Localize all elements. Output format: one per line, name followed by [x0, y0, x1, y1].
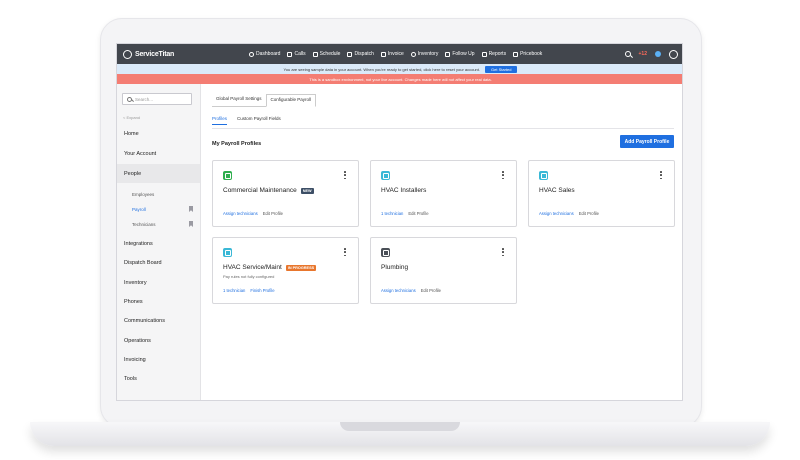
sidebar-item-communications[interactable]: Communications: [117, 311, 200, 330]
technician-count-link[interactable]: 1 technician: [381, 211, 403, 216]
bookmark-icon[interactable]: [189, 206, 193, 212]
sidebar-item-tools[interactable]: Tools: [117, 369, 200, 388]
sidebar-item-your-account[interactable]: Your Account: [117, 144, 200, 163]
nav-follow-up[interactable]: Follow Up: [445, 51, 475, 57]
sidebar-item-phones[interactable]: Phones: [117, 292, 200, 311]
profile-title: HVAC Service/Maint: [223, 264, 282, 271]
top-navigation: ServiceTitan Dashboard Calls Schedule Di…: [117, 44, 682, 64]
nav-dashboard[interactable]: Dashboard: [249, 51, 280, 57]
profile-title: HVAC Sales: [539, 187, 575, 194]
profile-card[interactable]: Commercial Maintenance NEW Assign techni…: [212, 160, 359, 227]
subtab-profiles[interactable]: Profiles: [212, 116, 228, 125]
finish-profile-link[interactable]: Finish Profile: [250, 288, 274, 293]
more-options-icon[interactable]: [344, 171, 346, 179]
sidebar-subitem-employees[interactable]: Employees: [117, 187, 200, 201]
notification-count[interactable]: +12: [639, 51, 647, 57]
calendar-icon: [312, 51, 318, 57]
bookmark-icon[interactable]: [189, 221, 193, 227]
assign-technicians-link[interactable]: Assign technicians: [381, 288, 416, 293]
book-icon: [513, 51, 519, 57]
gear-icon[interactable]: [655, 51, 661, 57]
sidebar-item-inventory[interactable]: Inventory: [117, 273, 200, 292]
profile-card[interactable]: HVAC Installers 1 technician Edit Profil…: [370, 160, 517, 227]
sample-data-banner: You are seeing sample data in your accou…: [117, 64, 682, 74]
sidebar: Search... < Expand Home Your Account Peo…: [117, 84, 201, 400]
technician-count-link[interactable]: 1 technician: [223, 288, 245, 293]
status-badge: IN PROGRESS: [285, 264, 317, 271]
search-icon[interactable]: [624, 51, 631, 57]
profile-title: Commercial Maintenance: [223, 187, 297, 194]
subtab-bar: Profiles Custom Payroll Fields: [212, 116, 281, 125]
profile-icon: [223, 171, 232, 180]
assign-technicians-link[interactable]: Assign technicians: [539, 211, 574, 216]
sidebar-subitem-payroll[interactable]: Payroll: [117, 202, 200, 216]
tab-bar: Global Payroll Settings Configurable Pay…: [212, 94, 317, 107]
tab-configurable-payroll[interactable]: Configurable Payroll: [265, 94, 317, 107]
assign-technicians-link[interactable]: Assign technicians: [223, 211, 258, 216]
sidebar-item-dispatch-board[interactable]: Dispatch Board: [117, 253, 200, 272]
sidebar-subitem-technicians[interactable]: Technicians: [117, 217, 200, 231]
more-options-icon[interactable]: [502, 248, 504, 256]
add-payroll-profile-button[interactable]: Add Payroll Profile: [620, 135, 674, 148]
sidebar-item-integrations[interactable]: Integrations: [117, 234, 200, 253]
more-options-icon[interactable]: [502, 171, 504, 179]
section-title: My Payroll Profiles: [212, 141, 262, 147]
sandbox-warning-text: This is a sandbox environment, not your …: [309, 76, 492, 82]
profile-icon: [539, 171, 548, 180]
inventory-icon: [410, 51, 416, 57]
profile-icon: [381, 248, 390, 257]
tab-global-payroll-settings[interactable]: Global Payroll Settings: [212, 94, 266, 107]
more-options-icon[interactable]: [660, 171, 662, 179]
laptop-notch: [340, 422, 460, 431]
sidebar-item-home[interactable]: Home: [117, 124, 200, 143]
sidebar-item-people[interactable]: People: [117, 164, 200, 183]
profile-card[interactable]: HVAC Sales Assign technicians Edit Profi…: [528, 160, 675, 227]
avatar[interactable]: [669, 49, 678, 59]
logo-icon: [123, 49, 132, 59]
profile-card[interactable]: HVAC Service/Maint IN PROGRESS Pay rules…: [212, 237, 359, 304]
brand-logo[interactable]: ServiceTitan: [117, 49, 249, 59]
reports-icon: [481, 51, 487, 57]
search-icon: [127, 96, 132, 102]
get-started-button[interactable]: Get Started: [485, 65, 518, 73]
app-screen: ServiceTitan Dashboard Calls Schedule Di…: [116, 43, 683, 401]
edit-profile-link[interactable]: Edit Profile: [579, 211, 599, 216]
profile-title: HVAC Installers: [381, 187, 427, 194]
sidebar-search-input[interactable]: Search...: [122, 93, 192, 105]
sidebar-expand-link[interactable]: < Expand: [123, 115, 140, 120]
edit-profile-link[interactable]: Edit Profile: [408, 211, 428, 216]
subtab-custom-payroll-fields[interactable]: Custom Payroll Fields: [237, 116, 281, 125]
nav-pricebook[interactable]: Pricebook: [513, 51, 542, 57]
sidebar-item-operations[interactable]: Operations: [117, 331, 200, 350]
brand-name: ServiceTitan: [135, 50, 175, 58]
nav-inventory[interactable]: Inventory: [410, 51, 438, 57]
dispatch-icon: [347, 51, 353, 57]
profile-icon: [381, 171, 390, 180]
sample-data-text[interactable]: You are seeing sample data in your accou…: [284, 67, 481, 72]
status-badge: NEW: [300, 187, 314, 194]
flag-icon: [445, 51, 451, 57]
edit-profile-link[interactable]: Edit Profile: [421, 288, 441, 293]
sidebar-item-invoicing[interactable]: Invoicing: [117, 350, 200, 369]
nav-invoice[interactable]: Invoice: [380, 51, 404, 57]
main-content: Global Payroll Settings Configurable Pay…: [201, 84, 682, 400]
nav-reports[interactable]: Reports: [481, 51, 506, 57]
profile-title: Plumbing: [381, 264, 409, 271]
profile-note: Pay rules not fully configured: [223, 274, 275, 279]
sandbox-warning-banner: This is a sandbox environment, not your …: [117, 74, 682, 84]
dashboard-icon: [249, 51, 254, 57]
profile-icon: [223, 248, 232, 257]
profile-card[interactable]: Plumbing Assign technicians Edit Profile: [370, 237, 517, 304]
invoice-icon: [380, 51, 386, 57]
edit-profile-link[interactable]: Edit Profile: [263, 211, 283, 216]
phone-icon: [287, 51, 293, 57]
nav-schedule[interactable]: Schedule: [312, 51, 340, 57]
divider: [212, 128, 674, 129]
more-options-icon[interactable]: [344, 248, 346, 256]
nav-calls[interactable]: Calls: [287, 51, 306, 57]
nav-dispatch[interactable]: Dispatch: [347, 51, 374, 57]
